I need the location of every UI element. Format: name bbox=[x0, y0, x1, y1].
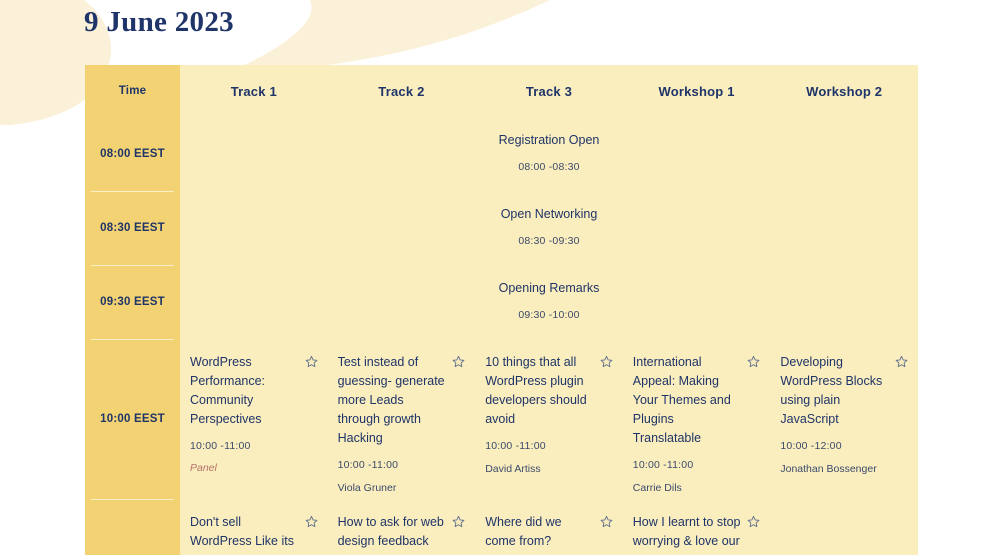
row-divider bbox=[91, 265, 174, 266]
star-icon[interactable] bbox=[305, 355, 318, 368]
column-header-time-label: Time bbox=[118, 85, 147, 97]
column-header-time: Time bbox=[85, 65, 180, 117]
session-speaker: Viola Gruner bbox=[337, 482, 397, 494]
session-tag: Panel bbox=[190, 462, 217, 474]
session-card[interactable]: Where did we come from? bbox=[475, 499, 623, 555]
session-card-empty bbox=[770, 499, 918, 555]
column-header-track-2: Track 2 bbox=[378, 83, 425, 99]
session-card[interactable]: International Appeal: Making Your Themes… bbox=[623, 339, 771, 499]
session-title: Test instead of guessing- generate more … bbox=[337, 355, 445, 445]
session-card-head: Don't sell WordPress Like its bbox=[190, 513, 318, 551]
session-card-head: Where did we come from? bbox=[485, 513, 613, 551]
time-cell: 09:30 EEST bbox=[85, 265, 180, 339]
star-icon[interactable] bbox=[600, 515, 613, 528]
table-row: 08:30 EEST Open Networking 08:30 -09:30 bbox=[85, 191, 918, 265]
session-time: 09:30 -10:00 bbox=[518, 309, 580, 321]
session-title: Open Networking bbox=[500, 207, 598, 221]
star-icon[interactable] bbox=[895, 355, 908, 368]
session-card[interactable]: WordPress Performance: Community Perspec… bbox=[180, 339, 328, 499]
session-card[interactable]: How to ask for web design feedback bbox=[328, 499, 476, 555]
session-speaker: Jonathan Bossenger bbox=[780, 463, 877, 475]
time-label: 10:00 EEST bbox=[100, 413, 165, 425]
column-header-cells: Track 1 Track 2 Track 3 Workshop 1 Works… bbox=[180, 65, 918, 117]
time-label: 08:00 EEST bbox=[100, 148, 165, 160]
star-icon[interactable] bbox=[600, 355, 613, 368]
plenary-session[interactable]: Open Networking 08:30 -09:30 bbox=[180, 191, 918, 265]
star-icon[interactable] bbox=[452, 515, 465, 528]
time-cell: 08:30 EEST bbox=[85, 191, 180, 265]
star-icon[interactable] bbox=[452, 355, 465, 368]
star-icon[interactable] bbox=[305, 515, 318, 528]
table-row: Don't sell WordPress Like its How to ask… bbox=[85, 499, 918, 555]
session-title: Don't sell WordPress Like its bbox=[190, 515, 294, 548]
session-card-head: International Appeal: Making Your Themes… bbox=[633, 353, 761, 448]
column-header-track-1: Track 1 bbox=[230, 83, 277, 99]
session-time: 10:00 -11:00 bbox=[485, 440, 546, 452]
session-card-head: WordPress Performance: Community Perspec… bbox=[190, 353, 318, 429]
session-card[interactable]: 10 things that all WordPress plugin deve… bbox=[475, 339, 623, 499]
session-time: 08:00 -08:30 bbox=[518, 161, 580, 173]
session-title: International Appeal: Making Your Themes… bbox=[632, 355, 731, 445]
session-card[interactable]: Don't sell WordPress Like its bbox=[180, 499, 328, 555]
table-row: 09:30 EEST Opening Remarks 09:30 -10:00 bbox=[85, 265, 918, 339]
table-row: 10:00 EEST WordPress Performance: Commun… bbox=[85, 339, 918, 499]
table-row: 08:00 EEST Registration Open 08:00 -08:3… bbox=[85, 117, 918, 191]
session-cells: Don't sell WordPress Like its How to ask… bbox=[180, 499, 918, 555]
time-cell: 08:00 EEST bbox=[85, 117, 180, 191]
plenary-session[interactable]: Registration Open 08:00 -08:30 bbox=[180, 117, 918, 191]
session-card[interactable]: How I learnt to stop worrying & love our bbox=[623, 499, 771, 555]
row-divider bbox=[91, 339, 174, 340]
session-title: Developing WordPress Blocks using plain … bbox=[780, 355, 883, 426]
session-card[interactable]: Test instead of guessing- generate more … bbox=[328, 339, 476, 499]
session-title: WordPress Performance: Community Perspec… bbox=[190, 355, 266, 426]
column-header-track-3: Track 3 bbox=[525, 83, 573, 99]
star-icon[interactable] bbox=[747, 355, 760, 368]
time-label: 08:30 EEST bbox=[100, 222, 165, 234]
session-card-head: How to ask for web design feedback bbox=[338, 513, 466, 551]
session-card[interactable]: Developing WordPress Blocks using plain … bbox=[770, 339, 918, 499]
table-header-row: Time Track 1 Track 2 Track 3 Workshop 1 … bbox=[85, 65, 918, 117]
schedule-table: Time Track 1 Track 2 Track 3 Workshop 1 … bbox=[85, 65, 918, 555]
session-speaker: Carrie Dils bbox=[632, 482, 682, 494]
session-title: How I learnt to stop worrying & love our bbox=[632, 515, 741, 548]
session-card-head: How I learnt to stop worrying & love our bbox=[633, 513, 761, 551]
plenary-session[interactable]: Opening Remarks 09:30 -10:00 bbox=[180, 265, 918, 339]
star-icon[interactable] bbox=[747, 515, 760, 528]
time-cell bbox=[85, 499, 180, 555]
column-header-workshop-2: Workshop 2 bbox=[806, 83, 883, 99]
schedule-page: 9 June 2023 Time Track 1 Track 2 Track 3… bbox=[0, 0, 1000, 559]
time-cell: 10:00 EEST bbox=[85, 339, 180, 499]
session-time: 08:30 -09:30 bbox=[518, 235, 580, 247]
session-time: 10:00 -11:00 bbox=[337, 459, 399, 471]
session-title: Where did we come from? bbox=[485, 515, 562, 548]
session-speaker: David Artiss bbox=[485, 463, 541, 475]
session-card-head: Developing WordPress Blocks using plain … bbox=[780, 353, 908, 429]
session-time: 10:00 -11:00 bbox=[632, 459, 694, 471]
session-title: Registration Open bbox=[498, 133, 600, 147]
row-divider bbox=[91, 499, 174, 500]
session-title: 10 things that all WordPress plugin deve… bbox=[485, 355, 587, 426]
session-card-head: 10 things that all WordPress plugin deve… bbox=[485, 353, 613, 429]
session-card-head: Test instead of guessing- generate more … bbox=[338, 353, 466, 448]
session-title: How to ask for web design feedback bbox=[337, 515, 444, 548]
session-time: 10:00 -11:00 bbox=[190, 440, 251, 452]
time-label: 09:30 EEST bbox=[100, 296, 165, 308]
session-cells: WordPress Performance: Community Perspec… bbox=[180, 339, 918, 499]
column-header-workshop-1: Workshop 1 bbox=[658, 83, 735, 99]
row-divider bbox=[91, 191, 174, 192]
page-title: 9 June 2023 bbox=[84, 6, 234, 38]
session-title: Opening Remarks bbox=[498, 281, 600, 295]
session-time: 10:00 -12:00 bbox=[780, 440, 842, 452]
